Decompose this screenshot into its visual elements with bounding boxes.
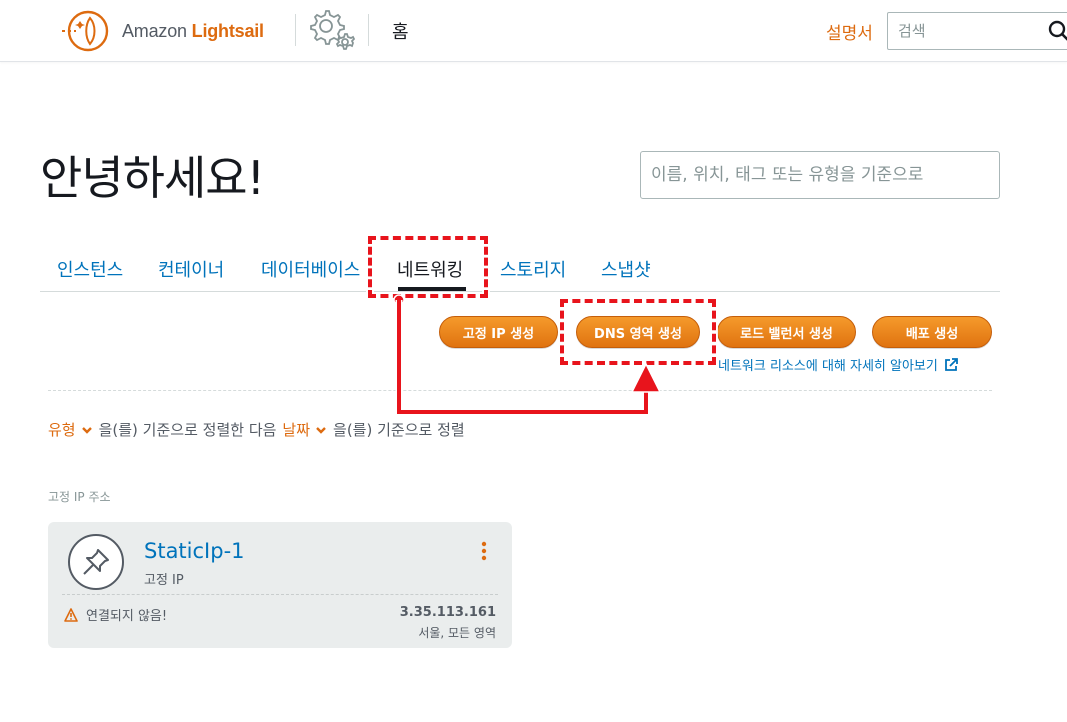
create-distribution-button[interactable]: 배포 생성	[872, 316, 992, 348]
learn-more-link[interactable]: 네트워크 리소스에 대해 자세히 알아보기	[718, 355, 958, 374]
sort-key-type[interactable]: 유형	[48, 419, 99, 440]
chevron-down-icon	[81, 426, 92, 434]
status-warning: 연결되지 않음!	[64, 605, 167, 624]
page: Amazon Lightsail 홈 설명서 안녕하세요! 인스턴스	[0, 0, 1067, 722]
section-divider	[48, 390, 992, 391]
external-link-icon	[944, 357, 958, 371]
lightsail-logo-icon	[62, 10, 109, 52]
tab-snapshots[interactable]: 스냅샷	[601, 256, 651, 282]
chevron-down-icon	[316, 426, 326, 434]
learn-more-label: 네트워크 리소스에 대해 자세히 알아보기	[718, 359, 938, 374]
pin-icon	[68, 534, 124, 590]
sort-key-date[interactable]: 날짜	[282, 419, 333, 440]
status-text: 연결되지 않음!	[86, 609, 168, 624]
section-label: 고정 IP 주소	[48, 490, 111, 504]
logo[interactable]: Amazon Lightsail	[60, 8, 264, 54]
active-tab-indicator	[398, 287, 466, 291]
create-static-ip-button[interactable]: 고정 IP 생성	[439, 316, 558, 348]
create-load-balancer-button[interactable]: 로드 밸런서 생성	[717, 316, 856, 348]
sort-text-2: 을(를) 기준으로 정렬	[333, 421, 465, 439]
sort-controls: 유형 을(를) 기준으로 정렬한 다음 날짜 을(를) 기준으로 정렬	[48, 419, 465, 440]
tab-storage[interactable]: 스토리지	[500, 256, 566, 282]
search-icon[interactable]	[1048, 20, 1067, 42]
warning-icon	[64, 607, 78, 622]
kebab-menu-icon[interactable]	[476, 540, 492, 562]
logo-text: Amazon Lightsail	[122, 20, 264, 41]
region-text: 서울, 모든 영역	[418, 626, 496, 640]
search-input[interactable]	[888, 13, 1038, 49]
filter-input[interactable]	[641, 152, 999, 198]
gear-icon[interactable]	[306, 6, 358, 54]
header-divider	[368, 14, 369, 46]
sort-key-type-label: 유형	[48, 421, 76, 439]
ip-address: 3.35.113.161	[399, 605, 496, 620]
home-link[interactable]: 홈	[392, 18, 409, 44]
static-ip-card: StaticIp-1 고정 IP 연결되지 않음! 3.35.113.161 서…	[48, 522, 512, 648]
header-divider	[295, 14, 296, 46]
tab-instances[interactable]: 인스턴스	[57, 256, 123, 282]
sort-key-date-label: 날짜	[282, 421, 311, 439]
search-box	[887, 12, 1067, 50]
page-title: 안녕하세요!	[40, 151, 265, 205]
resource-filter	[640, 151, 1000, 199]
docs-link[interactable]: 설명서	[826, 19, 873, 44]
card-divider	[62, 594, 498, 595]
resource-tabs: 인스턴스 컨테이너 데이터베이스 네트워킹 스토리지 스냅샷	[40, 256, 1000, 292]
create-dns-zone-button[interactable]: DNS 영역 생성	[576, 316, 700, 348]
resource-type: 고정 IP	[144, 573, 184, 588]
tab-containers[interactable]: 컨테이너	[158, 256, 224, 282]
tab-databases[interactable]: 데이터베이스	[261, 256, 360, 282]
sort-text-1: 을(를) 기준으로 정렬한 다음	[98, 421, 277, 439]
top-bar: Amazon Lightsail 홈 설명서	[0, 0, 1067, 62]
tab-networking[interactable]: 네트워킹	[397, 256, 463, 282]
resource-name-link[interactable]: StaticIp-1	[144, 539, 245, 563]
